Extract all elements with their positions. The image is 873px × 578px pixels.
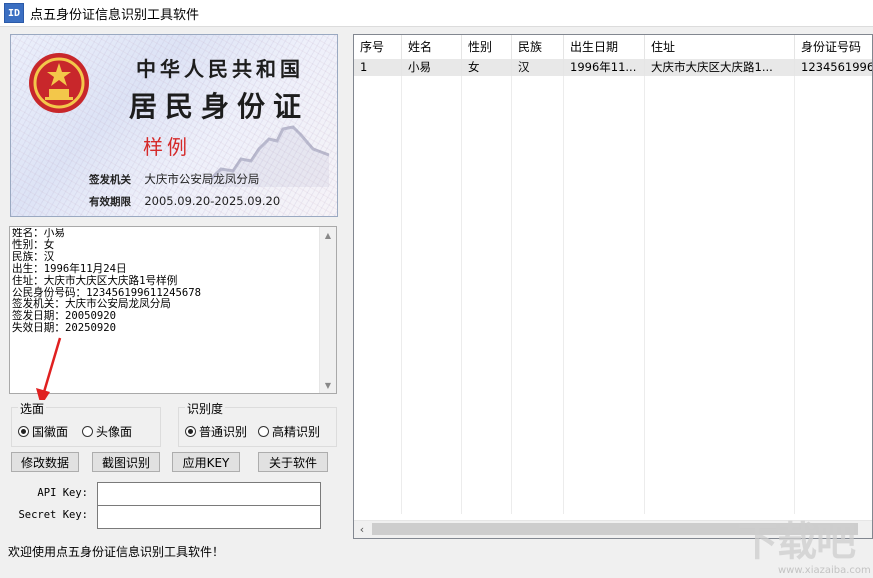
column-header-id-number[interactable]: 身份证号码 [795, 35, 872, 59]
radio-high-precision[interactable]: 高精识别 [258, 423, 320, 440]
card-sample-mark: 样例 [143, 135, 191, 159]
id-card-preview-image: 中华人民共和国 居民身份证 样例 签发机关 大庆市公安局龙凤分局 有效期限 20… [10, 34, 338, 217]
watermark-url-text: www.xiazaiba.com [778, 565, 871, 576]
watermark-main-text: 下载吧 [738, 519, 856, 565]
column-header-index[interactable]: 序号 [354, 35, 402, 59]
radio-dot-icon[interactable] [185, 426, 196, 437]
window-title: 点五身份证信息识别工具软件 [30, 7, 200, 23]
table-column-lines [354, 76, 872, 514]
api-key-input[interactable] [97, 482, 321, 506]
side-select-group: 选面 国徽面 头像面 [11, 400, 161, 447]
apply-key-button[interactable]: 应用KEY [172, 452, 240, 472]
radio-normal-precision[interactable]: 普通识别 [185, 423, 247, 440]
table-cell[interactable]: 1 [354, 59, 402, 76]
table-cell[interactable]: 12345619961... [795, 59, 872, 76]
info-line: 性别：女 [12, 238, 55, 251]
api-key-label: API Key: [37, 487, 88, 499]
column-header-name[interactable]: 姓名 [402, 35, 462, 59]
info-line: 民族：汉 [12, 250, 55, 263]
watermark-logo: 下载吧 www.xiazaiba.com [738, 520, 873, 578]
table-row[interactable]: 1 小易 女 汉 1996年11... 大庆市大庆区大庆路1... 123456… [354, 59, 872, 76]
app-icon: ID [4, 3, 24, 23]
radio-emblem-side[interactable]: 国徽面 [18, 423, 68, 440]
precision-group-label: 识别度 [185, 400, 226, 417]
info-line: 失效日期：20250920 [12, 322, 116, 335]
column-header-birth-date[interactable]: 出生日期 [564, 35, 645, 59]
table-cell[interactable]: 1996年11... [564, 59, 645, 76]
radio-dot-icon[interactable] [82, 426, 93, 437]
scroll-down-icon[interactable]: ▼ [320, 377, 336, 393]
radio-normal-precision-label: 普通识别 [199, 425, 248, 439]
column-header-gender[interactable]: 性别 [462, 35, 512, 59]
table-cell[interactable]: 大庆市大庆区大庆路1... [645, 59, 795, 76]
side-select-group-label: 选面 [18, 400, 47, 417]
card-title-country: 中华人民共和国 [136, 57, 304, 81]
precision-group: 识别度 普通识别 高精识别 [178, 400, 337, 447]
card-validity-value: 2005.09.20-2025.09.20 [144, 194, 281, 208]
radio-dot-icon[interactable] [18, 426, 29, 437]
card-authority-row: 签发机关 大庆市公安局龙凤分局 [89, 171, 259, 187]
card-authority-label: 签发机关 [89, 174, 131, 186]
modify-data-button[interactable]: 修改数据 [11, 452, 79, 472]
screenshot-recognize-button[interactable]: 截图识别 [92, 452, 160, 472]
info-line: 姓名：小易 [12, 228, 65, 239]
national-emblem-icon [29, 53, 89, 113]
column-header-address[interactable]: 住址 [645, 35, 795, 59]
radio-dot-icon[interactable] [258, 426, 269, 437]
red-annotation-arrow-icon [36, 337, 62, 406]
info-vertical-scrollbar[interactable]: ▲ ▼ [319, 227, 336, 393]
secret-key-input[interactable] [97, 505, 321, 529]
card-validity-label: 有效期限 [89, 196, 131, 208]
status-message: 欢迎使用点五身份证信息识别工具软件！ [8, 545, 225, 559]
scroll-up-icon[interactable]: ▲ [320, 227, 336, 243]
radio-high-precision-label: 高精识别 [272, 425, 321, 439]
info-line: 住址：大庆市大庆区大庆路1号样例 [12, 274, 178, 287]
scroll-left-icon[interactable]: ‹ [354, 521, 370, 538]
card-authority-value: 大庆市公安局龙凤分局 [144, 172, 260, 186]
radio-portrait-side-label: 头像面 [96, 425, 133, 439]
table-cell[interactable]: 女 [462, 59, 512, 76]
results-table[interactable]: 序号 姓名 性别 民族 出生日期 住址 身份证号码 1 小易 女 汉 1996年… [353, 34, 873, 539]
radio-emblem-side-label: 国徽面 [32, 425, 69, 439]
table-cell[interactable]: 小易 [402, 59, 462, 76]
column-header-ethnicity[interactable]: 民族 [512, 35, 564, 59]
title-bar: ID 点五身份证信息识别工具软件 [0, 0, 873, 27]
table-cell[interactable]: 汉 [512, 59, 564, 76]
results-table-header: 序号 姓名 性别 民族 出生日期 住址 身份证号码 [354, 35, 872, 60]
about-software-button[interactable]: 关于软件 [258, 452, 328, 472]
card-validity-row: 有效期限 2005.09.20-2025.09.20 [89, 194, 280, 209]
radio-portrait-side[interactable]: 头像面 [82, 423, 132, 440]
secret-key-label: Secret Key: [18, 509, 88, 521]
info-line: 出生：1996年11月24日 [12, 262, 127, 275]
